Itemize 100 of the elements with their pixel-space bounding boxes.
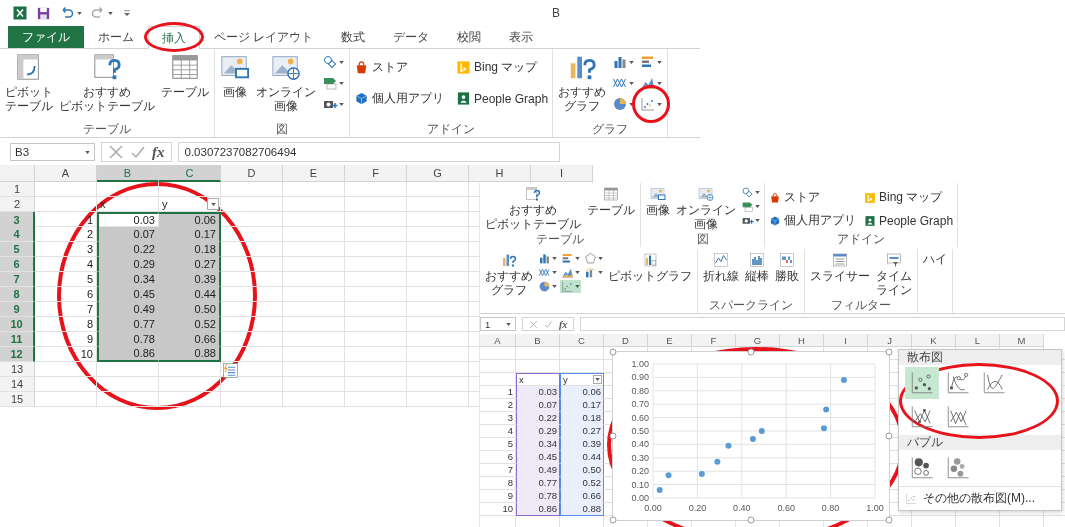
name-box[interactable]: B3 — [10, 143, 95, 161]
row-header[interactable]: 6 — [0, 257, 35, 272]
cell[interactable]: 0.52 — [159, 317, 221, 332]
cell[interactable]: 0.34 — [516, 438, 560, 451]
cell[interactable]: 0.44 — [159, 287, 221, 302]
cell[interactable]: 0.06 — [159, 212, 221, 228]
ribbon-button[interactable]: 画像 — [644, 186, 672, 217]
cell[interactable]: 1 — [35, 212, 97, 228]
ribbon-button[interactable]: おすすめ グラフ — [556, 52, 609, 113]
ribbon-tab[interactable]: 挿入 — [148, 26, 200, 49]
row-header[interactable]: 10 — [0, 317, 35, 332]
data-point[interactable] — [840, 377, 847, 384]
data-point[interactable] — [823, 406, 830, 413]
cell[interactable]: 4 — [35, 257, 97, 272]
ribbon-button[interactable]: スライサー — [808, 252, 872, 283]
cell[interactable]: 0.39 — [159, 272, 221, 287]
data-point[interactable] — [665, 472, 672, 479]
cell[interactable]: 0.52 — [560, 477, 604, 490]
ribbon-button[interactable]: ピボット テーブル — [3, 52, 55, 113]
cell[interactable]: 7 — [480, 464, 516, 477]
row-header[interactable]: 13 — [0, 362, 35, 377]
cancel-icon[interactable] — [108, 144, 124, 160]
ribbon-button[interactable]: テーブル — [585, 186, 637, 217]
ribbon-button[interactable]: Bing マップ — [455, 58, 550, 77]
cell[interactable]: 0.77 — [516, 477, 560, 490]
ribbon-button[interactable]: Bing マップ — [863, 188, 955, 207]
data-point[interactable] — [749, 436, 756, 443]
filter-button[interactable] — [593, 375, 602, 384]
column-header[interactable]: M — [1000, 334, 1044, 347]
cell[interactable]: 0.06 — [560, 386, 604, 399]
column-header[interactable]: D — [221, 165, 283, 182]
undo-button[interactable] — [59, 5, 82, 21]
row-header[interactable]: 3 — [0, 212, 35, 228]
row-header[interactable]: 15 — [0, 392, 35, 407]
ribbon-button[interactable]: 勝敗 — [773, 252, 801, 283]
cell[interactable]: 7 — [35, 302, 97, 317]
cancel-icon[interactable] — [529, 319, 538, 329]
resize-handle[interactable] — [885, 348, 893, 356]
customize-button[interactable] — [121, 7, 133, 19]
column-header[interactable]: L — [956, 334, 1000, 347]
ribbon-button[interactable]: おすすめ ピボットテーブル — [483, 186, 583, 231]
cell[interactable]: 0.17 — [159, 227, 221, 242]
cell[interactable]: x — [97, 197, 159, 212]
row-header[interactable]: 5 — [0, 242, 35, 257]
insert-function-button[interactable]: fx — [559, 318, 568, 330]
cell[interactable]: 0.78 — [516, 490, 560, 503]
cell[interactable]: 10 — [35, 347, 97, 362]
check-icon[interactable] — [544, 319, 553, 329]
ribbon-button[interactable]: ストア — [353, 58, 445, 77]
cell[interactable]: 4 — [480, 425, 516, 438]
data-point[interactable] — [725, 442, 732, 449]
ribbon-icon-button[interactable] — [560, 252, 581, 265]
cell[interactable]: 0.27 — [159, 257, 221, 272]
resize-handle[interactable] — [747, 348, 755, 356]
ribbon-button[interactable]: テーブル — [159, 52, 211, 99]
column-header[interactable]: I — [531, 165, 593, 182]
cell[interactable]: 9 — [480, 490, 516, 503]
ribbon-icon-button[interactable] — [537, 266, 558, 279]
ribbon-button[interactable]: People Graph — [863, 211, 955, 230]
data-point[interactable] — [714, 458, 721, 465]
cell[interactable]: 0.34 — [97, 272, 159, 287]
column-header[interactable]: B — [97, 165, 159, 182]
ribbon-button[interactable]: 画像 — [218, 52, 252, 99]
cell[interactable]: 0.18 — [159, 242, 221, 257]
cell[interactable]: 8 — [35, 317, 97, 332]
row-header[interactable]: 11 — [0, 332, 35, 347]
app-logo-button[interactable] — [12, 5, 28, 21]
cell[interactable]: 0.45 — [97, 287, 159, 302]
column-header[interactable]: G — [407, 165, 469, 182]
ribbon-button[interactable]: タイム ライン — [874, 252, 914, 297]
insert-function-button[interactable]: fx — [152, 143, 165, 161]
cell[interactable]: 0.18 — [560, 412, 604, 425]
column-header[interactable]: D — [604, 334, 648, 347]
menu-item[interactable]: その他の散布図(M)... — [899, 486, 1061, 510]
column-header[interactable]: J — [868, 334, 912, 347]
row-header[interactable]: 8 — [0, 287, 35, 302]
cell[interactable]: 0.78 — [97, 332, 159, 347]
file-tab[interactable]: ファイル — [8, 26, 84, 48]
ribbon-button[interactable]: 個人用アプリ — [353, 89, 445, 108]
data-point[interactable] — [698, 470, 705, 477]
column-header[interactable]: K — [912, 334, 956, 347]
ribbon-button[interactable]: People Graph — [455, 89, 550, 108]
cell[interactable]: 0.77 — [97, 317, 159, 332]
ribbon-button[interactable]: おすすめ グラフ — [483, 252, 535, 297]
formula-field[interactable]: 0.0307237082706494 — [177, 142, 560, 162]
ribbon-button[interactable]: ストア — [768, 188, 857, 207]
row-header[interactable]: 1 — [0, 182, 35, 197]
cell[interactable]: 0.07 — [97, 227, 159, 242]
cell[interactable]: 0.49 — [516, 464, 560, 477]
cell[interactable]: 0.49 — [97, 302, 159, 317]
cell[interactable]: 2 — [480, 399, 516, 412]
cell[interactable]: 0.17 — [560, 399, 604, 412]
data-point[interactable] — [656, 486, 663, 493]
column-header[interactable]: I — [824, 334, 868, 347]
cell[interactable]: 5 — [35, 272, 97, 287]
ribbon-button[interactable]: おすすめ ピボットテーブル — [57, 52, 157, 113]
row-header[interactable]: 12 — [0, 347, 35, 362]
cell[interactable]: 0.39 — [560, 438, 604, 451]
column-header[interactable]: F — [692, 334, 736, 347]
column-header[interactable]: C — [560, 334, 604, 347]
